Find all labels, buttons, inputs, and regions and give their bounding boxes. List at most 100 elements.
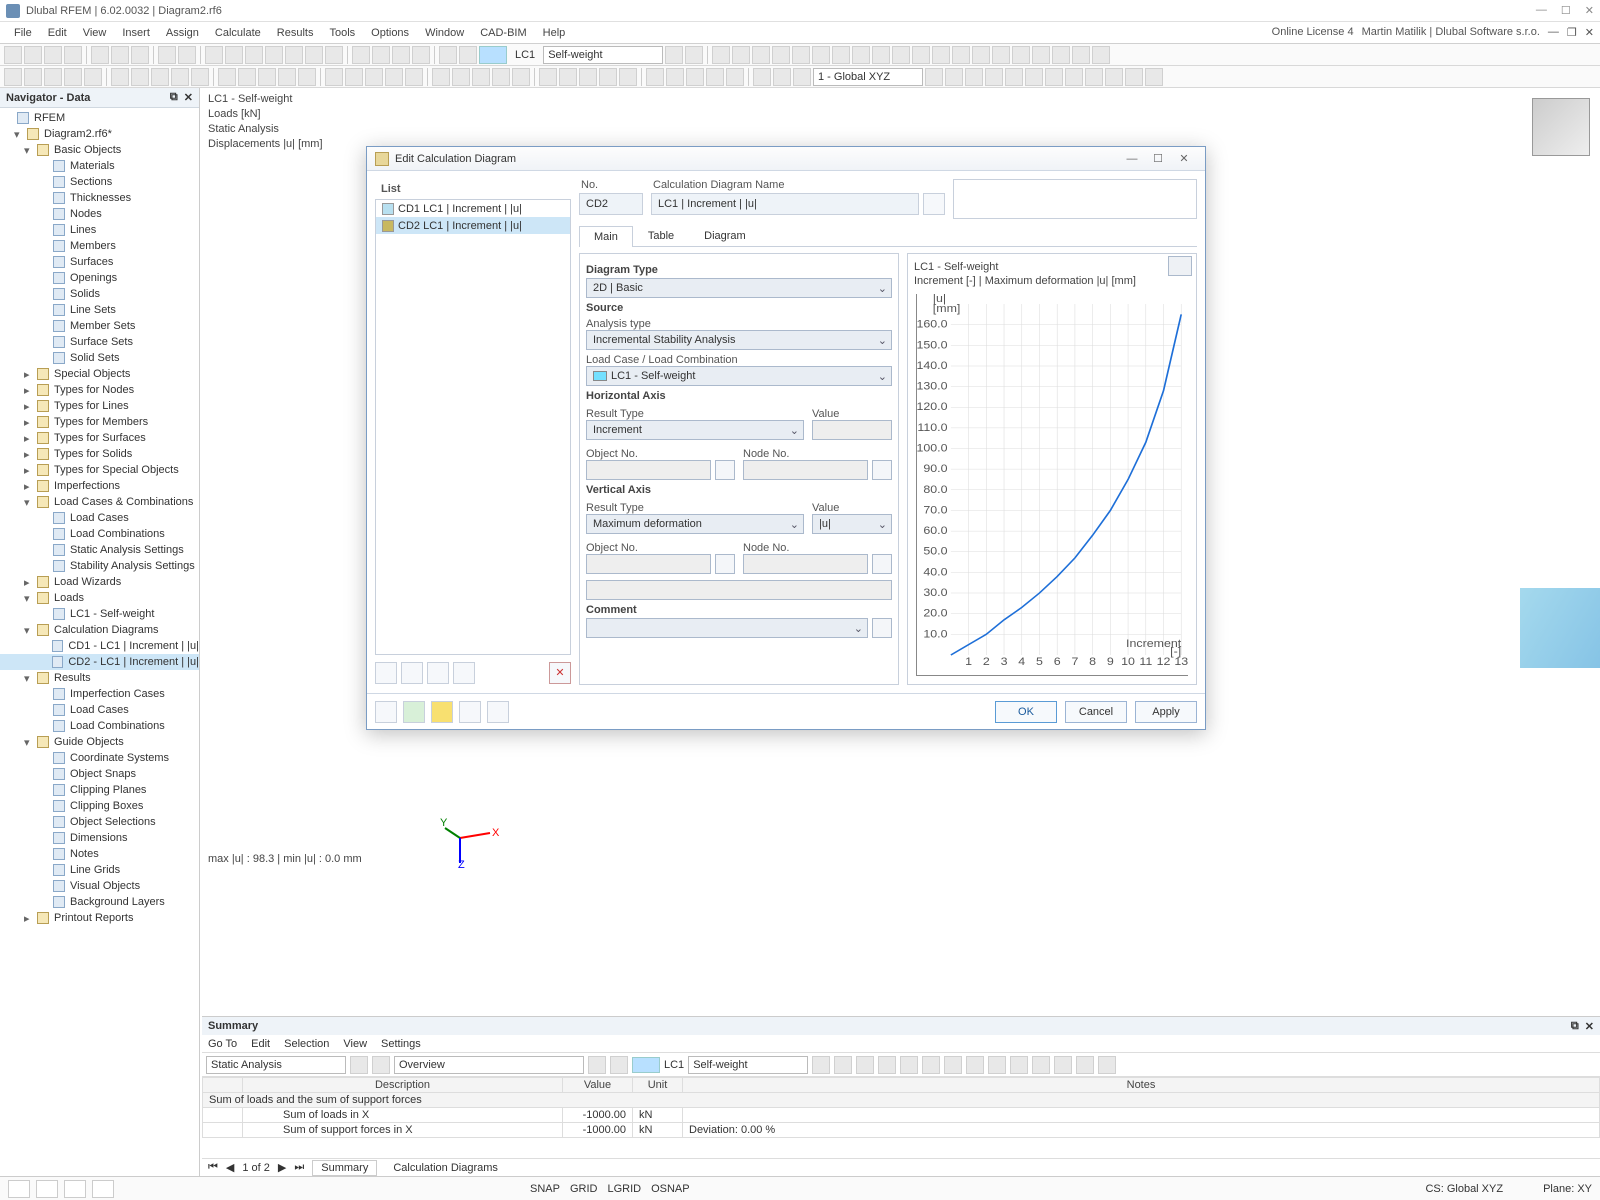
sum-tool-icon[interactable] [922, 1056, 940, 1074]
tb-misc-icon[interactable] [772, 46, 790, 64]
tb-ls2-icon[interactable] [459, 46, 477, 64]
color-button[interactable] [431, 701, 453, 723]
app-restore-button[interactable]: ❐ [1567, 26, 1577, 39]
sum-next-icon[interactable] [372, 1056, 390, 1074]
tb-misc-icon[interactable] [972, 46, 990, 64]
tree-item[interactable]: Load Cases [0, 702, 199, 718]
menu-edit[interactable]: Edit [40, 27, 75, 39]
menu-results[interactable]: Results [269, 27, 322, 39]
dialog-close-button[interactable]: ✕ [1171, 152, 1197, 165]
grid-toggle[interactable]: GRID [570, 1183, 598, 1195]
minimize-button[interactable]: — [1536, 4, 1547, 17]
menu-file[interactable]: File [6, 27, 40, 39]
expand-icon[interactable]: ▸ [24, 448, 34, 461]
pager-first-button[interactable]: ⏮ [208, 1161, 218, 1174]
tb-misc-icon[interactable] [712, 46, 730, 64]
tree-item[interactable]: ▾Loads [0, 590, 199, 606]
v-val-combo[interactable]: |u| [812, 514, 892, 534]
sum-tool-icon[interactable] [878, 1056, 896, 1074]
tree-item[interactable]: Surface Sets [0, 334, 199, 350]
tree-item[interactable]: ▾Basic Objects [0, 142, 199, 158]
tb-misc-icon[interactable] [752, 46, 770, 64]
tb-misc-icon[interactable] [812, 46, 830, 64]
tb-misc-icon[interactable] [912, 46, 930, 64]
list-box[interactable]: CD1 LC1 | Increment | |u| CD2 LC1 | Incr… [375, 199, 571, 655]
tb-undo-icon[interactable] [158, 46, 176, 64]
expand-icon[interactable]: ▾ [24, 592, 34, 605]
tree-item[interactable]: Members [0, 238, 199, 254]
tb-view7-icon[interactable] [325, 46, 343, 64]
navigator-tree[interactable]: RFEM▾Diagram2.rf6*▾Basic ObjectsMaterial… [0, 108, 199, 1176]
list-item[interactable]: CD2 LC1 | Increment | |u| [376, 217, 570, 234]
tb-misc-icon[interactable] [872, 46, 890, 64]
tb-draw-icon[interactable] [44, 68, 62, 86]
tree-item[interactable]: ▸Special Objects [0, 366, 199, 382]
sum-tool-icon[interactable] [1098, 1056, 1116, 1074]
tb-draw-icon[interactable] [258, 68, 276, 86]
tb-draw-icon[interactable] [793, 68, 811, 86]
tb-draw-icon[interactable] [325, 68, 343, 86]
tb-save-icon[interactable] [44, 46, 62, 64]
tb-view6-icon[interactable] [305, 46, 323, 64]
tb-mode2-icon[interactable] [372, 46, 390, 64]
list-item[interactable]: CD1 LC1 | Increment | |u| [376, 200, 570, 217]
tb-draw-icon[interactable] [539, 68, 557, 86]
tb-tool-icon[interactable] [1145, 68, 1163, 86]
app-close-button[interactable]: ✕ [1585, 26, 1594, 39]
tb-draw-icon[interactable] [171, 68, 189, 86]
lgrid-toggle[interactable]: LGRID [607, 1183, 641, 1195]
tb-tool-icon[interactable] [1085, 68, 1103, 86]
apply-button[interactable]: Apply [1135, 701, 1197, 723]
tb-saveas-icon[interactable] [64, 46, 82, 64]
h-node-pick-button[interactable] [872, 460, 892, 480]
tb-draw-icon[interactable] [24, 68, 42, 86]
expand-icon[interactable]: ▸ [24, 384, 34, 397]
tb-draw-icon[interactable] [111, 68, 129, 86]
maximize-button[interactable]: ☐ [1561, 4, 1571, 17]
pager-tab-calcdiagrams[interactable]: Calculation Diagrams [385, 1161, 506, 1175]
name-field[interactable]: LC1 | Increment | |u| [651, 193, 919, 215]
sum-menu-settings[interactable]: Settings [381, 1038, 421, 1050]
expand-icon[interactable]: ▸ [24, 368, 34, 381]
tree-item[interactable]: LC1 - Self-weight [0, 606, 199, 622]
tb-draw-icon[interactable] [666, 68, 684, 86]
expand-icon[interactable]: ▸ [24, 400, 34, 413]
analysis-type-combo[interactable]: Incremental Stability Analysis [586, 330, 892, 350]
expand-icon[interactable]: ▾ [24, 736, 34, 749]
menu-assign[interactable]: Assign [158, 27, 207, 39]
no-field[interactable]: CD2 [579, 193, 643, 215]
dialog-titlebar[interactable]: Edit Calculation Diagram — ☐ ✕ [367, 147, 1205, 171]
tb-print-icon[interactable] [91, 46, 109, 64]
sum-lc-combo[interactable]: Self-weight [688, 1056, 808, 1074]
menu-options[interactable]: Options [363, 27, 417, 39]
menu-window[interactable]: Window [417, 27, 472, 39]
tb-tool-icon[interactable] [1125, 68, 1143, 86]
tree-item[interactable]: ▾Calculation Diagrams [0, 622, 199, 638]
sb-eye-icon[interactable] [36, 1180, 58, 1198]
tree-item[interactable]: Lines [0, 222, 199, 238]
tb-draw-icon[interactable] [218, 68, 236, 86]
new-item-button[interactable] [375, 662, 397, 684]
expand-icon[interactable]: ▸ [24, 416, 34, 429]
tree-item[interactable]: Stability Analysis Settings [0, 558, 199, 574]
pager-last-button[interactable]: ⏭ [294, 1161, 304, 1174]
sum-tool-icon[interactable] [1010, 1056, 1028, 1074]
tree-item[interactable]: Line Grids [0, 862, 199, 878]
tree-item[interactable]: Load Combinations [0, 718, 199, 734]
tree-item[interactable]: Member Sets [0, 318, 199, 334]
tab-diagram[interactable]: Diagram [689, 225, 761, 246]
tree-item[interactable]: ▾Guide Objects [0, 734, 199, 750]
tool-a-button[interactable] [459, 701, 481, 723]
tree-item[interactable]: Dimensions [0, 830, 199, 846]
menu-help[interactable]: Help [535, 27, 574, 39]
tb-mode1-icon[interactable] [352, 46, 370, 64]
dialog-minimize-button[interactable]: — [1119, 153, 1145, 165]
tb-draw-icon[interactable] [238, 68, 256, 86]
tb-copy-icon[interactable] [111, 46, 129, 64]
sum-tool-icon[interactable] [834, 1056, 852, 1074]
tb-draw-icon[interactable] [345, 68, 363, 86]
tree-item[interactable]: Static Analysis Settings [0, 542, 199, 558]
sum-tool-icon[interactable] [1054, 1056, 1072, 1074]
expand-icon[interactable]: ▸ [24, 576, 34, 589]
tb-draw-icon[interactable] [151, 68, 169, 86]
